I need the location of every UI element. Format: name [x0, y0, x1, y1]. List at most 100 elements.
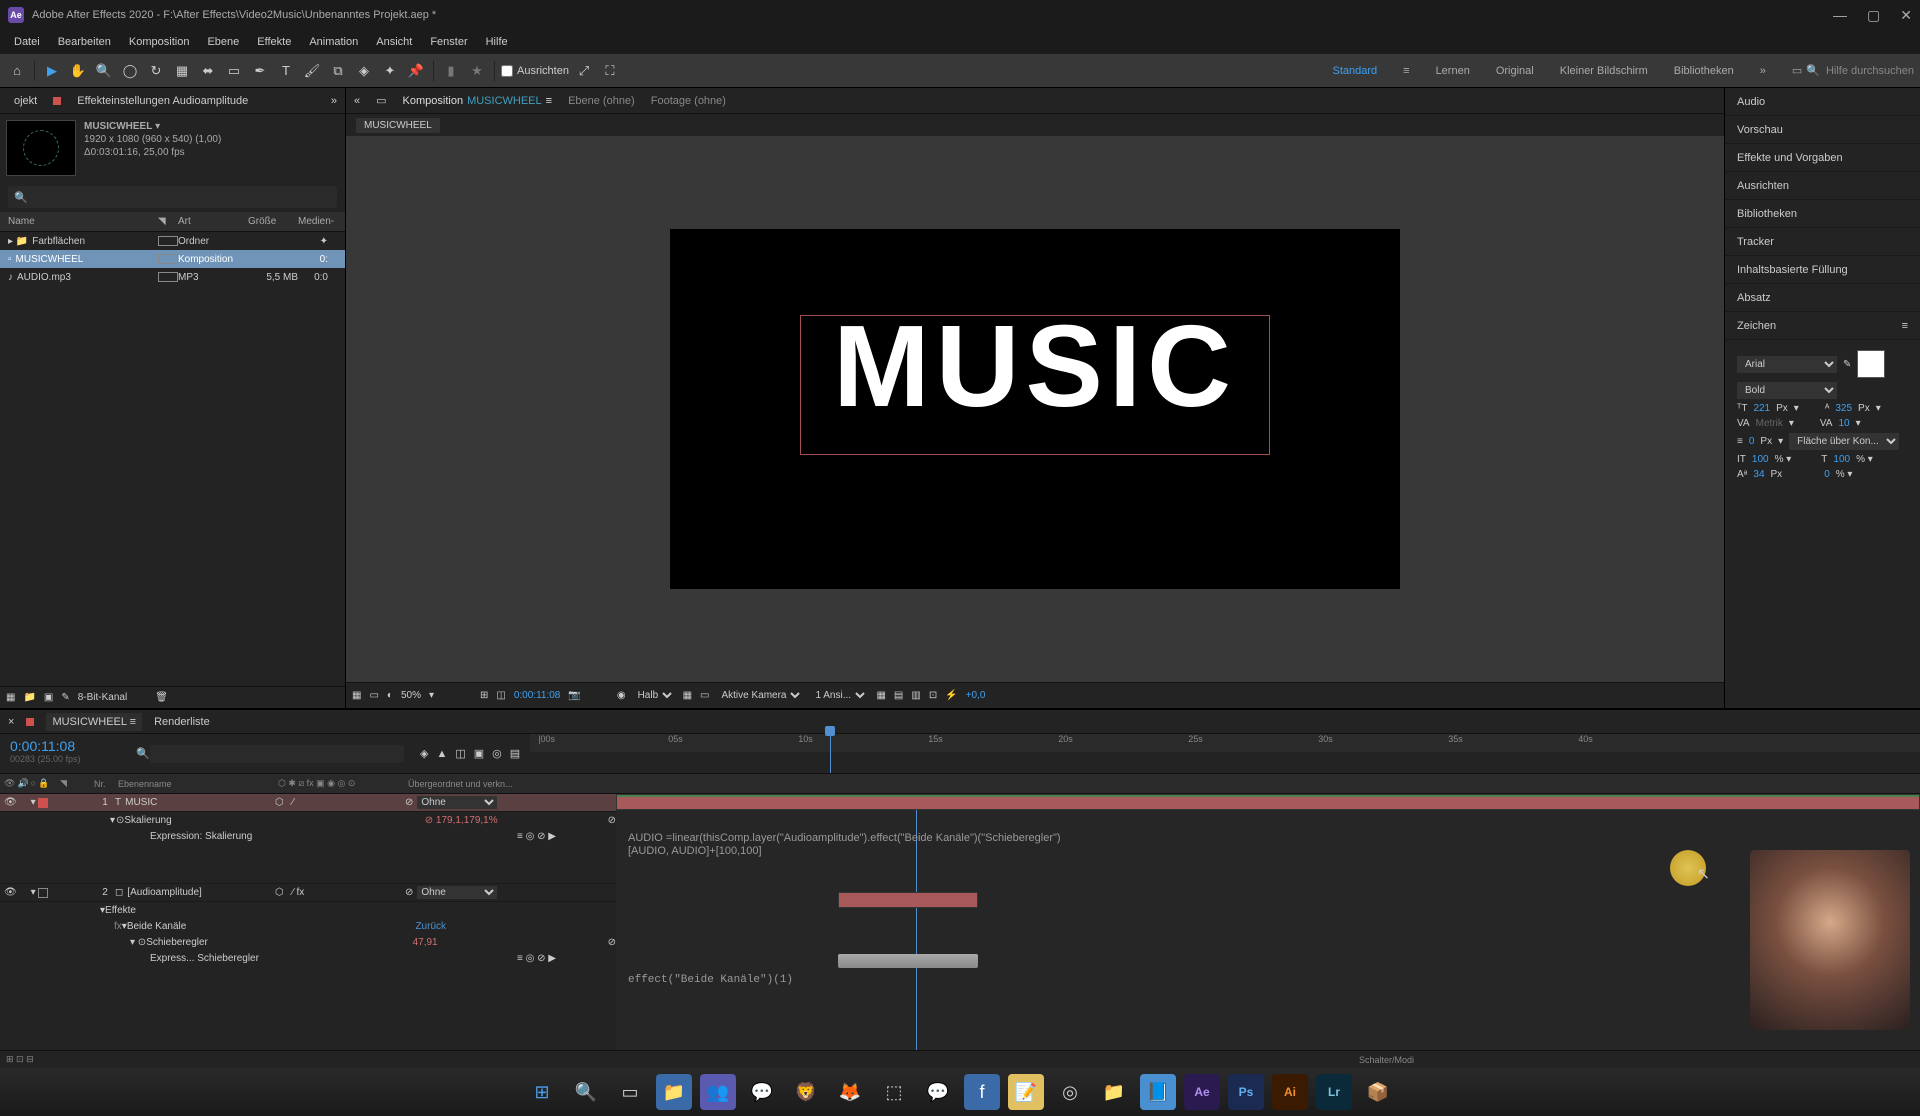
menu-effekte[interactable]: Effekte	[249, 33, 299, 51]
hand-tool-icon[interactable]: ✋	[67, 60, 89, 82]
menu-fenster[interactable]: Fenster	[422, 33, 475, 51]
menu-bearbeiten[interactable]: Bearbeiten	[50, 33, 119, 51]
col-art[interactable]: Art	[178, 216, 248, 227]
brush-tool-icon[interactable]: 🖌	[301, 60, 323, 82]
tb-brave[interactable]: 🦁	[788, 1074, 824, 1110]
workspace-standard[interactable]: Standard	[1332, 65, 1377, 77]
comp-flow-icon[interactable]: ▭	[376, 94, 386, 107]
tb-folder[interactable]: 📁	[1096, 1074, 1132, 1110]
camera-tool-icon[interactable]: ▦	[171, 60, 193, 82]
panel-vorschau[interactable]: Vorschau	[1725, 116, 1920, 144]
panel-expand-icon[interactable]: »	[331, 95, 337, 107]
eyedropper-icon[interactable]: ✎	[1843, 359, 1851, 370]
zoom-select[interactable]: 50%	[401, 690, 421, 701]
tab-effect-settings[interactable]: Effekteinstellungen Audioamplitude	[71, 92, 254, 110]
panel-content-aware[interactable]: Inhaltsbasierte Füllung	[1725, 256, 1920, 284]
timeline-tab[interactable]: MUSICWHEEL ≡	[46, 713, 142, 731]
vp-alpha-icon[interactable]: ◐	[387, 690, 393, 701]
pan-behind-icon[interactable]: ⬌	[197, 60, 219, 82]
panel-tracker[interactable]: Tracker	[1725, 228, 1920, 256]
timeline-search[interactable]	[150, 745, 404, 763]
workspace-panel-icon[interactable]: ▭	[1792, 64, 1802, 77]
graph-editor-icon[interactable]: ▤	[510, 747, 520, 760]
eraser-tool-icon[interactable]: ◈	[353, 60, 375, 82]
tb-start[interactable]: ⊞	[524, 1074, 560, 1110]
workspace-lernen[interactable]: Lernen	[1436, 65, 1470, 77]
draft3d-icon[interactable]: ▲	[436, 748, 447, 760]
lock-icon[interactable]: 🔒	[38, 778, 49, 789]
pen-tool-icon[interactable]: ✒	[249, 60, 271, 82]
views-select[interactable]: 1 Ansi...	[811, 689, 868, 702]
menu-komposition[interactable]: Komposition	[121, 33, 198, 51]
snap-icon[interactable]: ⤢	[573, 60, 595, 82]
panel-character[interactable]: Zeichen≡	[1725, 312, 1920, 340]
vp-guides-icon[interactable]: ▦	[876, 690, 885, 701]
shape-tool-icon[interactable]: ▭	[223, 60, 245, 82]
shy-icon[interactable]: ◫	[455, 747, 465, 760]
tb-app1[interactable]: ⬚	[876, 1074, 912, 1110]
project-row-audio[interactable]: ♪ AUDIO.mp3 MP35,5 MB0:0	[0, 268, 345, 286]
expression-text-2[interactable]: effect("Beide Kanäle")(1)	[628, 974, 793, 986]
resolution-select[interactable]: Halb	[634, 689, 675, 702]
panel-paragraph[interactable]: Absatz	[1725, 284, 1920, 312]
col-nr[interactable]: Nr.	[94, 779, 118, 789]
align-checkbox[interactable]: Ausrichten	[501, 65, 569, 77]
tb-ae[interactable]: Ae	[1184, 1074, 1220, 1110]
menu-datei[interactable]: Datei	[6, 33, 48, 51]
interpret-icon[interactable]: ▦	[6, 692, 15, 703]
layer-2-effects[interactable]: ▾ Effekte	[0, 902, 616, 918]
s2[interactable]: 0	[1824, 469, 1830, 480]
layer-2-slider[interactable]: ▾ ⊙ Schieberegler47,91⊘	[0, 934, 616, 950]
bit-depth[interactable]: 8-Bit-Kanal	[78, 692, 127, 703]
selection-tool-icon[interactable]: ▶	[41, 60, 63, 82]
menu-animation[interactable]: Animation	[301, 33, 366, 51]
zoom-tool-icon[interactable]: 🔍	[93, 60, 115, 82]
col-name[interactable]: Name	[8, 216, 158, 227]
tab-layer[interactable]: Ebene (ohne)	[568, 95, 635, 107]
layer-1-bar[interactable]	[616, 794, 1920, 810]
vp-pixel-icon[interactable]: ⊡	[929, 690, 937, 701]
font-size[interactable]: 221	[1753, 403, 1770, 414]
vp-res-icon[interactable]: ⊞	[480, 690, 488, 701]
frame-blend-icon[interactable]: ▣	[474, 747, 484, 760]
layer-1-expression[interactable]: Expression: Skalierung≡ ◎ ⊘ ▶	[0, 828, 616, 844]
audio-icon[interactable]: 🔊	[17, 778, 28, 789]
tb-explorer[interactable]: 📁	[656, 1074, 692, 1110]
workspace-original[interactable]: Original	[1496, 65, 1534, 77]
vp-grid-icon[interactable]: ▦	[352, 690, 361, 701]
project-row-folder[interactable]: ▸ 📁 Farbflächen Ordner✦	[0, 232, 345, 250]
tracking[interactable]: 10	[1838, 418, 1849, 429]
vp-region-icon[interactable]: ◫	[496, 690, 505, 701]
vp-colormgmt-icon[interactable]: ◉	[617, 690, 626, 701]
tab-composition[interactable]: Komposition MUSICWHEEL ≡	[403, 95, 553, 107]
orbit-tool-icon[interactable]: ◯	[119, 60, 141, 82]
comp-mini-flow-icon[interactable]: ◈	[420, 747, 428, 760]
parent-select-2[interactable]: Ohne	[417, 886, 497, 899]
kerning-select[interactable]: Metrik	[1756, 418, 1783, 429]
vp-3d-icon[interactable]: ▭	[700, 690, 709, 701]
time-ruler[interactable]: |00s 05s 10s 15s 20s 25s 30s 35s 40s	[530, 734, 1920, 752]
workspace-menu-icon[interactable]: ≡	[1403, 65, 1409, 77]
vp-snapshot-icon[interactable]: 📷	[568, 690, 580, 701]
close-button[interactable]: ✕	[1900, 7, 1912, 24]
motion-blur-icon[interactable]: ◎	[492, 747, 502, 760]
layer-1[interactable]: 👁 ▾ 1 T MUSIC ⬡ ⁄ ⊘ Ohne	[0, 794, 616, 812]
label-col-icon[interactable]: ◥	[60, 778, 67, 789]
tb-obs[interactable]: ◎	[1052, 1074, 1088, 1110]
layer-1-scale[interactable]: ▾ ⊙ Skalierung⊘ 179,1,179,1%⊘	[0, 812, 616, 828]
expression-text-1[interactable]: AUDIO =linear(thisComp.layer("Audioampli…	[628, 832, 1061, 858]
menu-ebene[interactable]: Ebene	[199, 33, 247, 51]
tb-facebook[interactable]: f	[964, 1074, 1000, 1110]
tb-ps[interactable]: Ps	[1228, 1074, 1264, 1110]
star-icon[interactable]: ★	[466, 60, 488, 82]
leading[interactable]: 325	[1835, 403, 1852, 414]
maximize-button[interactable]: ▢	[1867, 7, 1880, 24]
tab-footage[interactable]: Footage (ohne)	[651, 95, 726, 107]
exposure[interactable]: +0,0	[966, 690, 986, 701]
project-row-comp[interactable]: ▫ MUSICWHEEL Komposition0:	[0, 250, 345, 268]
toggle-switches-icon[interactable]: ⊞ ⊡ ⊟	[6, 1054, 34, 1065]
layer-2-bar[interactable]	[838, 892, 978, 908]
tb-notes[interactable]: 📝	[1008, 1074, 1044, 1110]
footer-mode[interactable]: Schalter/Modi	[1359, 1055, 1414, 1065]
font-style-select[interactable]: Bold	[1737, 382, 1837, 399]
